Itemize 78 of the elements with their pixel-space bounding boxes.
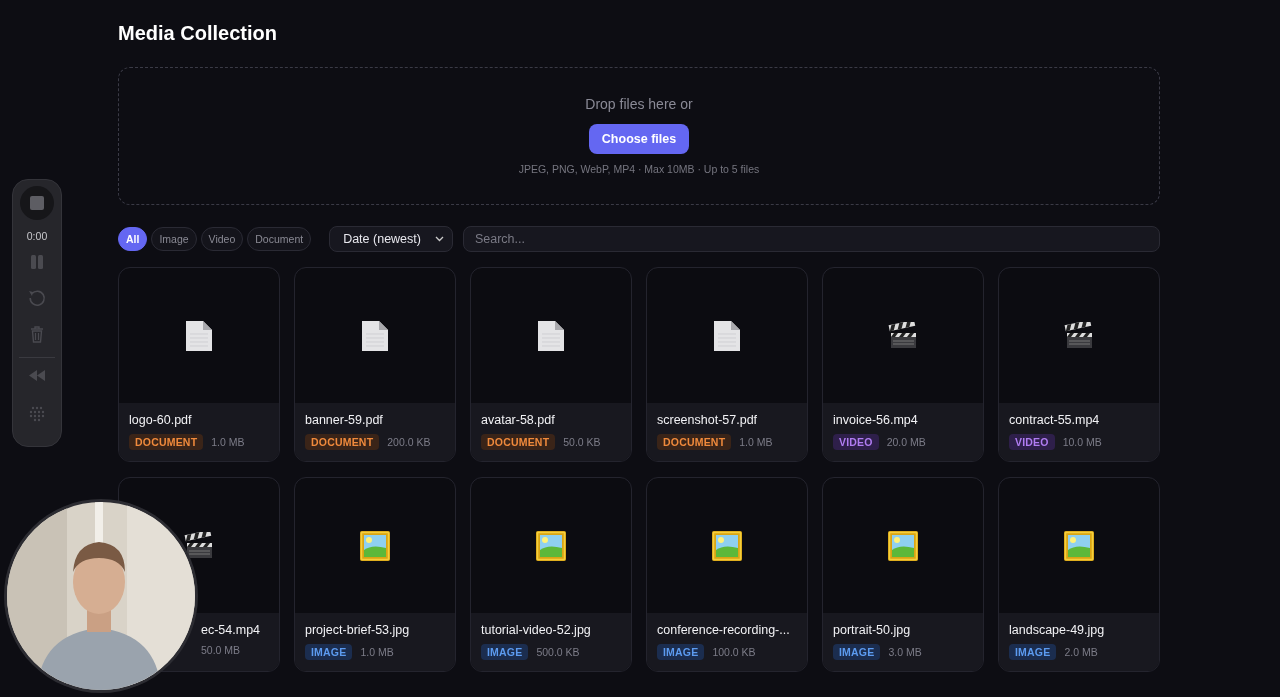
upload-hint: JPEG, PNG, WebP, MP4 · Max 10MB · Up to 5 files (518, 162, 760, 175)
media-card[interactable]: project-brief-53.jpg IMAGE 1.0 MB (294, 477, 456, 672)
pause-icon[interactable] (30, 254, 44, 270)
document-icon (185, 319, 213, 352)
stop-icon (30, 196, 44, 210)
dot-grid-icon[interactable] (29, 406, 45, 422)
drop-prompt: Drop files here or (585, 95, 693, 112)
file-size: 200.0 KB (387, 436, 431, 448)
media-card[interactable]: banner-59.pdf DOCUMENT 200.0 KB (294, 267, 456, 462)
file-name: ec-54.mp4 (201, 623, 262, 637)
file-name: banner-59.pdf (305, 413, 384, 427)
clapperboard-icon (888, 321, 918, 350)
restart-icon[interactable] (28, 289, 46, 307)
framed-picture-icon (360, 530, 390, 561)
filter-tab[interactable]: Document (247, 227, 312, 251)
file-type-badge: DOCUMENT (129, 434, 204, 450)
choose-files-button[interactable]: Choose files (588, 123, 690, 154)
file-type-badge: DOCUMENT (305, 434, 380, 450)
document-icon (537, 319, 565, 352)
filter-tab[interactable]: Image (151, 227, 197, 251)
file-name: screenshot-57.pdf (657, 413, 759, 427)
stop-button[interactable] (20, 186, 54, 220)
file-type-badge: IMAGE (481, 644, 529, 660)
recording-time: 0:00 (26, 230, 48, 242)
file-size: 500.0 KB (536, 646, 580, 658)
media-card[interactable]: screenshot-57.pdf DOCUMENT 1.0 MB (646, 267, 808, 462)
framed-picture-icon (712, 530, 742, 561)
media-card[interactable]: invoice-56.mp4 VIDEO 20.0 MB (822, 267, 984, 462)
media-card[interactable]: landscape-49.jpg IMAGE 2.0 MB (998, 477, 1160, 672)
media-card[interactable]: avatar-58.pdf DOCUMENT 50.0 KB (470, 267, 632, 462)
file-name: project-brief-53.jpg (305, 623, 411, 637)
file-name: portrait-50.jpg (833, 623, 912, 637)
filter-tab[interactable]: Video (200, 227, 244, 251)
file-name: avatar-58.pdf (481, 413, 556, 427)
media-card[interactable]: conference-recording-... IMAGE 100.0 KB (646, 477, 808, 672)
media-card[interactable]: portrait-50.jpg IMAGE 3.0 MB (822, 477, 984, 672)
file-type-badge: DOCUMENT (481, 434, 556, 450)
file-name: invoice-56.mp4 (833, 413, 919, 427)
file-size: 1.0 MB (739, 436, 773, 448)
file-type-badge: VIDEO (833, 434, 879, 450)
file-size: 20.0 MB (886, 436, 926, 448)
document-icon (713, 319, 741, 352)
file-size: 1.0 MB (360, 646, 394, 658)
framed-picture-icon (888, 530, 918, 561)
framed-picture-icon (1064, 530, 1094, 561)
file-size: 10.0 MB (1062, 436, 1102, 448)
file-name: logo-60.pdf (129, 413, 193, 427)
file-name: contract-55.mp4 (1009, 413, 1101, 427)
framed-picture-icon (536, 530, 566, 561)
drop-zone[interactable]: Drop files here or Choose files JPEG, PNG, WebP, MP4 · Max 10MB · Up to 5 files (118, 67, 1160, 205)
clapperboard-icon (1064, 321, 1094, 350)
filter-tab[interactable]: All (118, 227, 148, 251)
file-type-badge: IMAGE (305, 644, 353, 660)
rewind-icon[interactable] (28, 370, 46, 381)
file-size: 2.0 MB (1064, 646, 1098, 658)
search-field[interactable]: Search... (462, 226, 1160, 252)
file-type-badge: VIDEO (1009, 434, 1055, 450)
media-card[interactable]: contract-55.mp4 VIDEO 10.0 MB (998, 267, 1160, 462)
file-size: 3.0 MB (888, 646, 922, 658)
media-card[interactable]: logo-60.pdf DOCUMENT 1.0 MB (118, 267, 280, 462)
file-type-badge: DOCUMENT (657, 434, 732, 450)
file-name: tutorial-video-52.jpg (481, 623, 592, 637)
file-type-badge: IMAGE (1009, 644, 1057, 660)
file-size: 1.0 MB (211, 436, 245, 448)
sort-dropdown[interactable]: Date (newest) (329, 226, 453, 252)
file-size: 50.0 MB (201, 644, 241, 656)
document-icon (361, 319, 389, 352)
file-name: landscape-49.jpg (1009, 623, 1106, 637)
file-type-badge: IMAGE (833, 644, 881, 660)
file-size: 50.0 KB (563, 436, 601, 448)
media-card[interactable]: tutorial-video-52.jpg IMAGE 500.0 KB (470, 477, 632, 672)
clapperboard-icon (184, 531, 214, 560)
chevron-icon (434, 236, 444, 242)
trash-icon[interactable] (30, 326, 44, 343)
file-type-badge: IMAGE (657, 644, 705, 660)
page-title: Media Collection (118, 22, 278, 45)
file-name: conference-recording-... (657, 623, 791, 637)
file-size: 100.0 KB (712, 646, 756, 658)
